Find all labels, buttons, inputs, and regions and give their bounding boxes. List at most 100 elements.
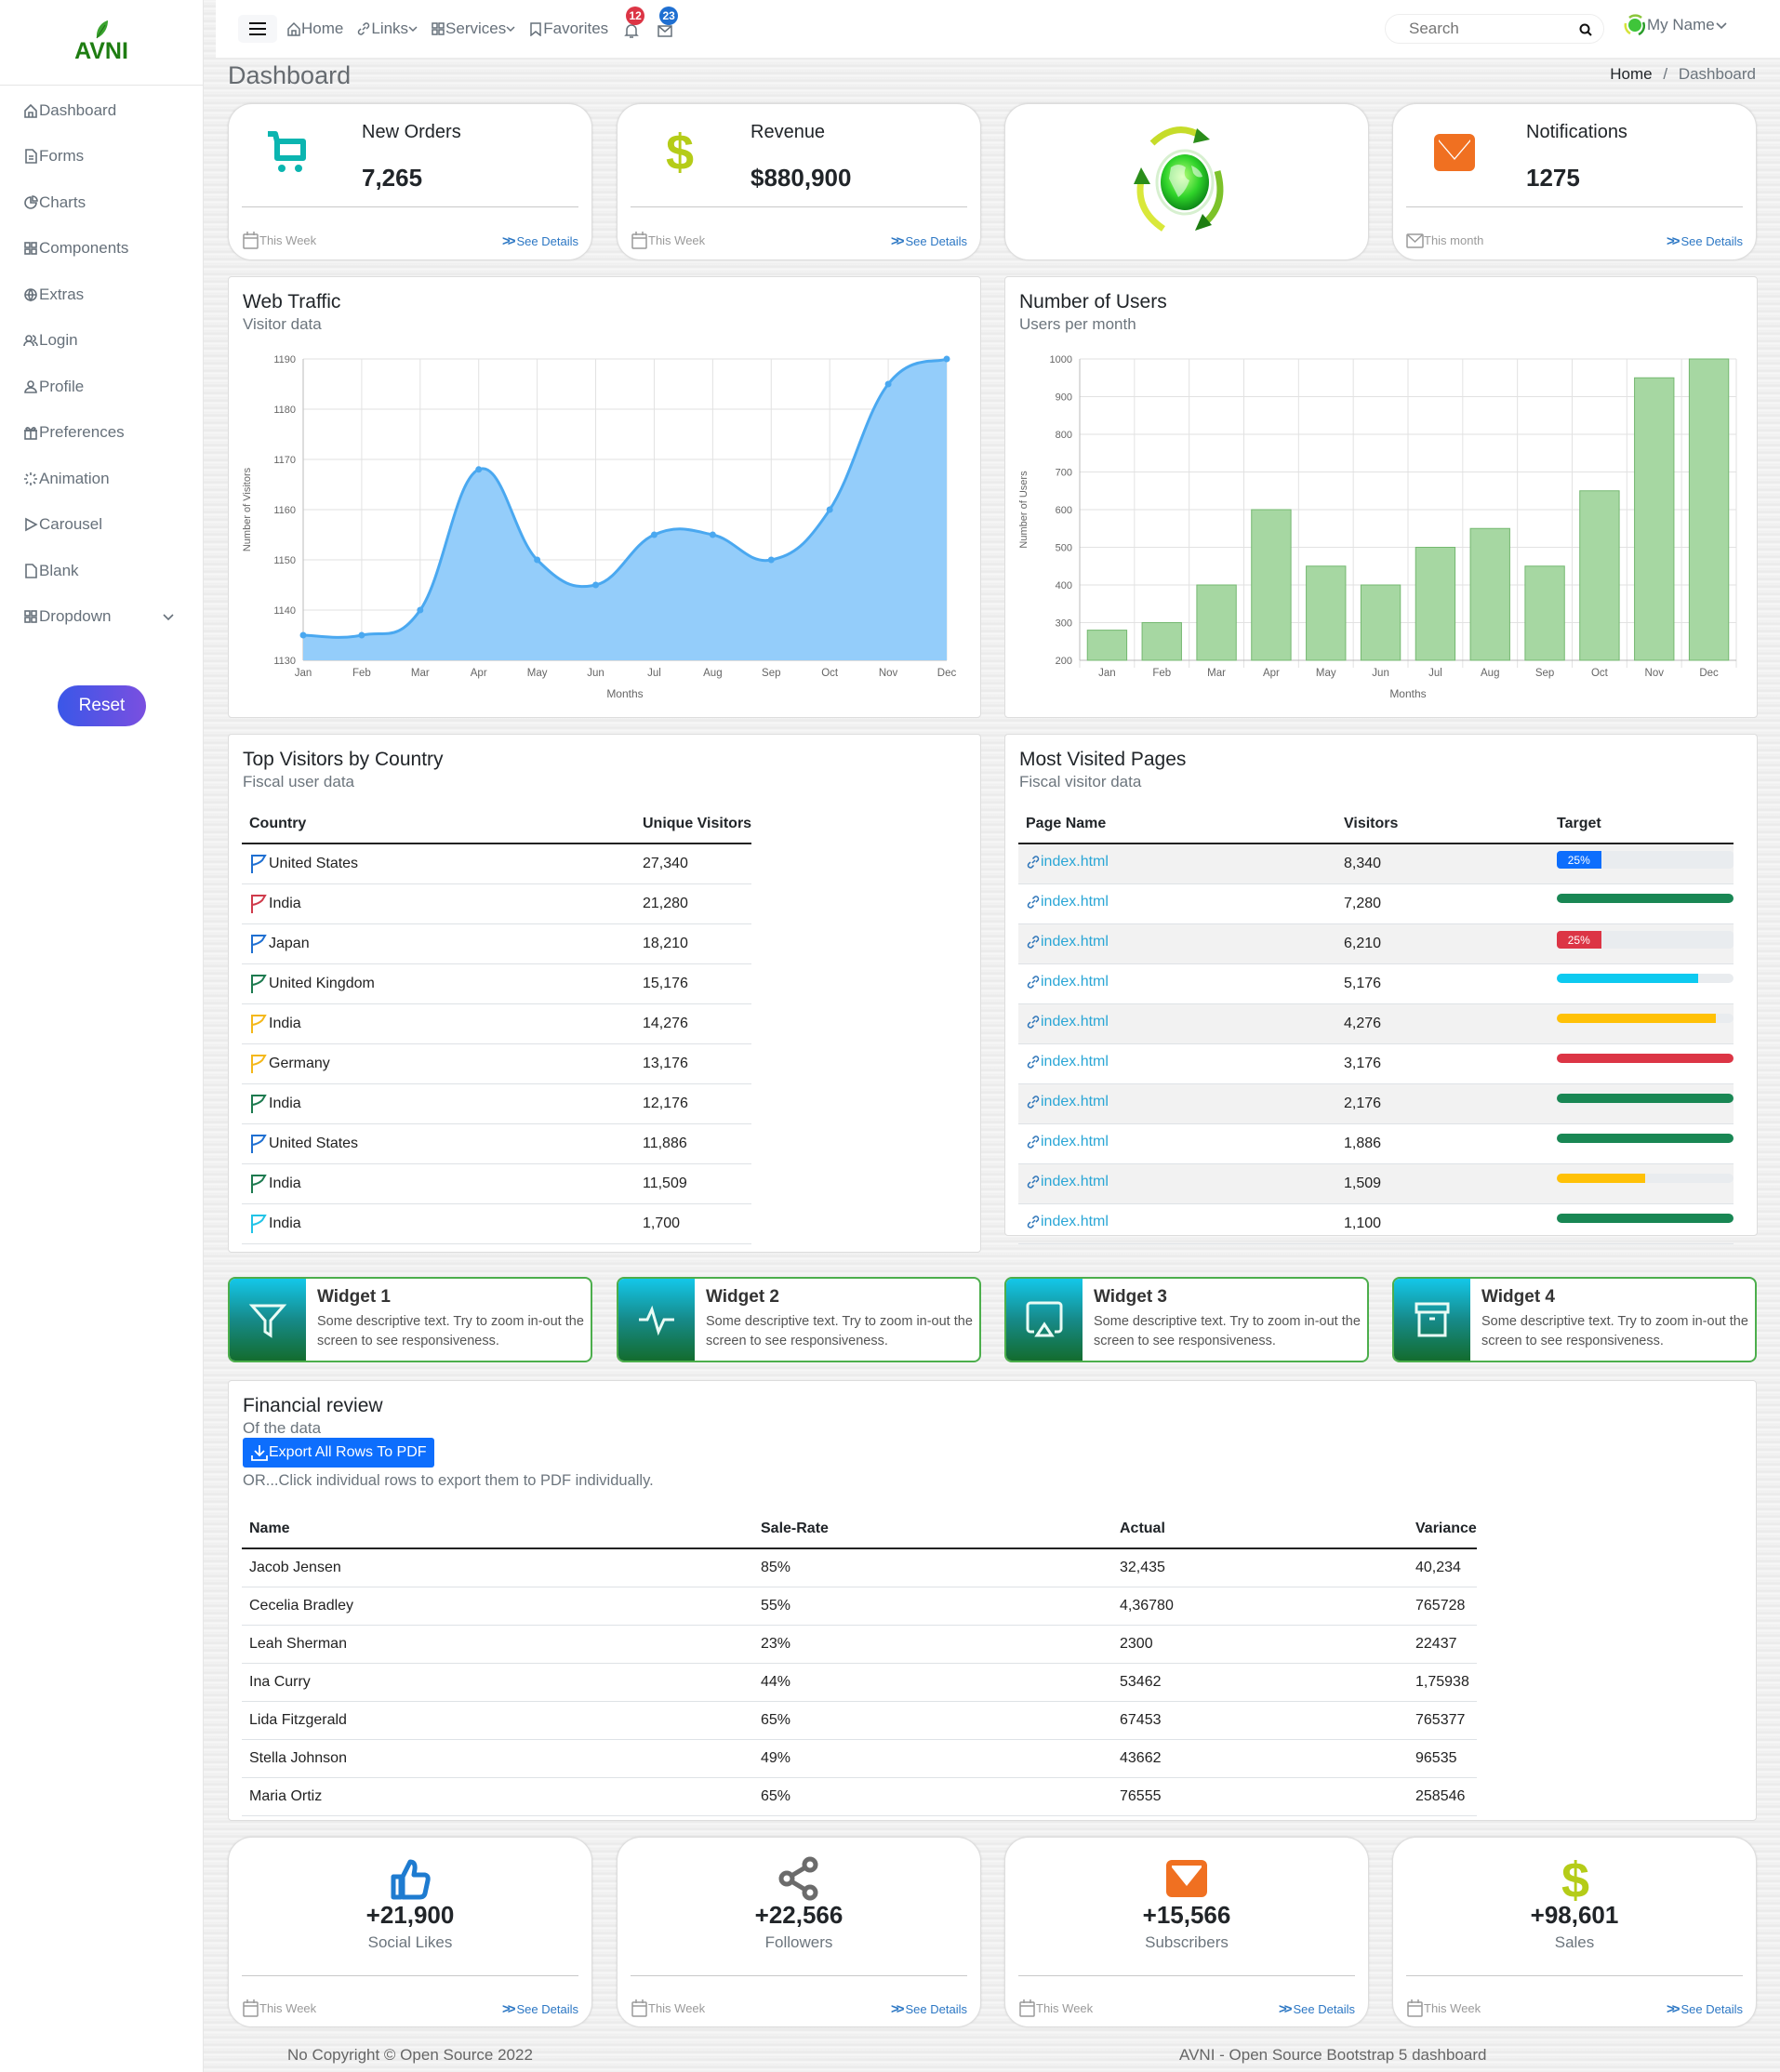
page-link[interactable]: index.html: [1026, 854, 1109, 870]
widget-card[interactable]: Widget 4 Some descriptive text. Try to z…: [1392, 1277, 1757, 1362]
bar[interactable]: [1141, 622, 1182, 661]
widget-card[interactable]: Widget 2 Some descriptive text. Try to z…: [617, 1277, 981, 1362]
page-link[interactable]: index.html: [1026, 1174, 1109, 1190]
page-link[interactable]: index.html: [1026, 1094, 1109, 1110]
target-progress: 25%: [1557, 931, 1734, 949]
page-link[interactable]: index.html: [1026, 1054, 1109, 1070]
widget-card[interactable]: Widget 1 Some descriptive text. Try to z…: [228, 1277, 592, 1362]
bar[interactable]: [1360, 584, 1401, 661]
sidebar-item-extras[interactable]: Extras: [0, 272, 203, 318]
chevron-down-icon: [506, 26, 515, 33]
stat-period: This Week: [242, 1999, 316, 2017]
data-point[interactable]: [650, 531, 658, 538]
messages-button[interactable]: 23: [655, 7, 679, 40]
bar[interactable]: [1579, 490, 1620, 661]
reset-button[interactable]: Reset: [58, 685, 146, 726]
table-row[interactable]: Leah Sherman 23% 2300 22437: [242, 1625, 1477, 1664]
table-row: India 14,276: [242, 1003, 752, 1044]
table-row[interactable]: Stella Johnson 49% 43662 96535: [242, 1739, 1477, 1778]
see-details-link[interactable]: >> See Details: [1279, 2001, 1355, 2017]
page-link[interactable]: index.html: [1026, 1214, 1109, 1230]
table-cell: Ina Curry: [242, 1663, 753, 1702]
nav-home[interactable]: Home: [286, 20, 343, 38]
target-progress: [1557, 973, 1734, 983]
bar[interactable]: [1251, 509, 1292, 661]
bar[interactable]: [1306, 565, 1347, 661]
page-link[interactable]: index.html: [1026, 974, 1109, 990]
target-progress: 25%: [1557, 851, 1734, 870]
table-cell: 258546: [1408, 1777, 1477, 1816]
data-point[interactable]: [709, 531, 716, 538]
sidebar-item-login[interactable]: Login: [0, 318, 203, 365]
page-link[interactable]: index.html: [1026, 1014, 1109, 1030]
sidebar-item-carousel[interactable]: Carousel: [0, 502, 203, 549]
see-details-link[interactable]: >> See Details: [891, 233, 967, 249]
data-point[interactable]: [299, 631, 307, 639]
bar[interactable]: [1086, 630, 1128, 661]
activity-icon: [639, 1305, 674, 1336]
x-axis-label: Months: [606, 687, 643, 700]
sidebar-item-components[interactable]: Components: [0, 226, 203, 272]
data-point[interactable]: [826, 506, 833, 513]
search-icon[interactable]: [1579, 23, 1592, 36]
data-point[interactable]: [475, 466, 483, 473]
bar[interactable]: [1196, 584, 1237, 661]
see-details-link[interactable]: >> See Details: [1667, 233, 1743, 249]
sidebar-item-dropdown[interactable]: Dropdown: [0, 594, 203, 641]
bar[interactable]: [1688, 358, 1730, 661]
notifications-button[interactable]: 12: [621, 7, 645, 40]
page-link[interactable]: index.html: [1026, 1134, 1109, 1150]
brand-logo[interactable]: AVNI: [0, 0, 203, 86]
see-details-link[interactable]: >> See Details: [502, 2001, 578, 2017]
bar[interactable]: [1634, 377, 1675, 661]
visitors-cell: 7,280: [1336, 883, 1549, 924]
search-input[interactable]: [1409, 20, 1567, 38]
sidebar-item-forms[interactable]: Forms: [0, 134, 203, 180]
bar[interactable]: [1469, 527, 1510, 661]
page-link[interactable]: index.html: [1026, 894, 1109, 910]
progress-fill: 25%: [1557, 931, 1601, 949]
sidebar-item-charts[interactable]: Charts: [0, 179, 203, 226]
data-point[interactable]: [358, 631, 365, 639]
sidebar-item-blank[interactable]: Blank: [0, 548, 203, 594]
bar[interactable]: [1415, 547, 1456, 661]
bar[interactable]: [1524, 565, 1565, 661]
breadcrumb-home[interactable]: Home: [1610, 65, 1652, 83]
sidebar-item-profile[interactable]: Profile: [0, 364, 203, 410]
sidebar-nav: Dashboard Forms Charts Components Extras Logi…: [0, 86, 203, 640]
sidebar-item-animation[interactable]: Animation: [0, 456, 203, 502]
sidebar-item-label: Blank: [39, 561, 79, 579]
see-details-link[interactable]: >> See Details: [502, 233, 578, 249]
widget-title: Widget 2: [706, 1287, 779, 1307]
data-point[interactable]: [767, 556, 775, 564]
sidebar-item-dashboard[interactable]: Dashboard: [0, 87, 203, 134]
y-tick-label: 500: [1056, 543, 1072, 554]
table-row: United States 11,886: [242, 1123, 752, 1164]
widget-text: Some descriptive text. Try to zoom in-ou…: [706, 1314, 973, 1348]
data-point[interactable]: [943, 355, 950, 363]
table-row[interactable]: Ina Curry 44% 53462 1,75938: [242, 1663, 1477, 1702]
column-header: Unique Visitors: [635, 804, 752, 844]
table-row[interactable]: Maria Ortiz 65% 76555 258546: [242, 1777, 1477, 1816]
mail-icon: [1406, 233, 1424, 248]
double-chevron-right-icon: >>: [1666, 2001, 1680, 2017]
data-point[interactable]: [884, 380, 892, 388]
see-details-link[interactable]: >> See Details: [891, 2001, 967, 2017]
data-point[interactable]: [534, 556, 541, 564]
table-row[interactable]: Jacob Jensen 85% 32,435 40,234: [242, 1548, 1477, 1587]
sidebar-item-preferences[interactable]: Preferences: [0, 410, 203, 457]
nav-services[interactable]: Services: [431, 20, 515, 38]
see-details-link[interactable]: >> See Details: [1667, 2001, 1743, 2017]
data-point[interactable]: [592, 581, 600, 589]
export-pdf-button[interactable]: Export All Rows To PDF: [243, 1438, 434, 1468]
table-row[interactable]: Lida Fitzgerald 65% 67453 765377: [242, 1701, 1477, 1740]
table-row[interactable]: Cecelia Bradley 55% 4,36780 765728: [242, 1587, 1477, 1626]
nav-links[interactable]: Links: [356, 20, 418, 38]
widget-card[interactable]: Widget 3 Some descriptive text. Try to z…: [1004, 1277, 1369, 1362]
user-menu[interactable]: My Name: [1623, 13, 1728, 37]
page-link[interactable]: index.html: [1026, 934, 1109, 950]
nav-favorites[interactable]: Favorites: [528, 20, 608, 38]
menu-toggle-button[interactable]: [238, 15, 277, 43]
data-point[interactable]: [417, 606, 424, 614]
country-cell: United States: [242, 843, 635, 884]
